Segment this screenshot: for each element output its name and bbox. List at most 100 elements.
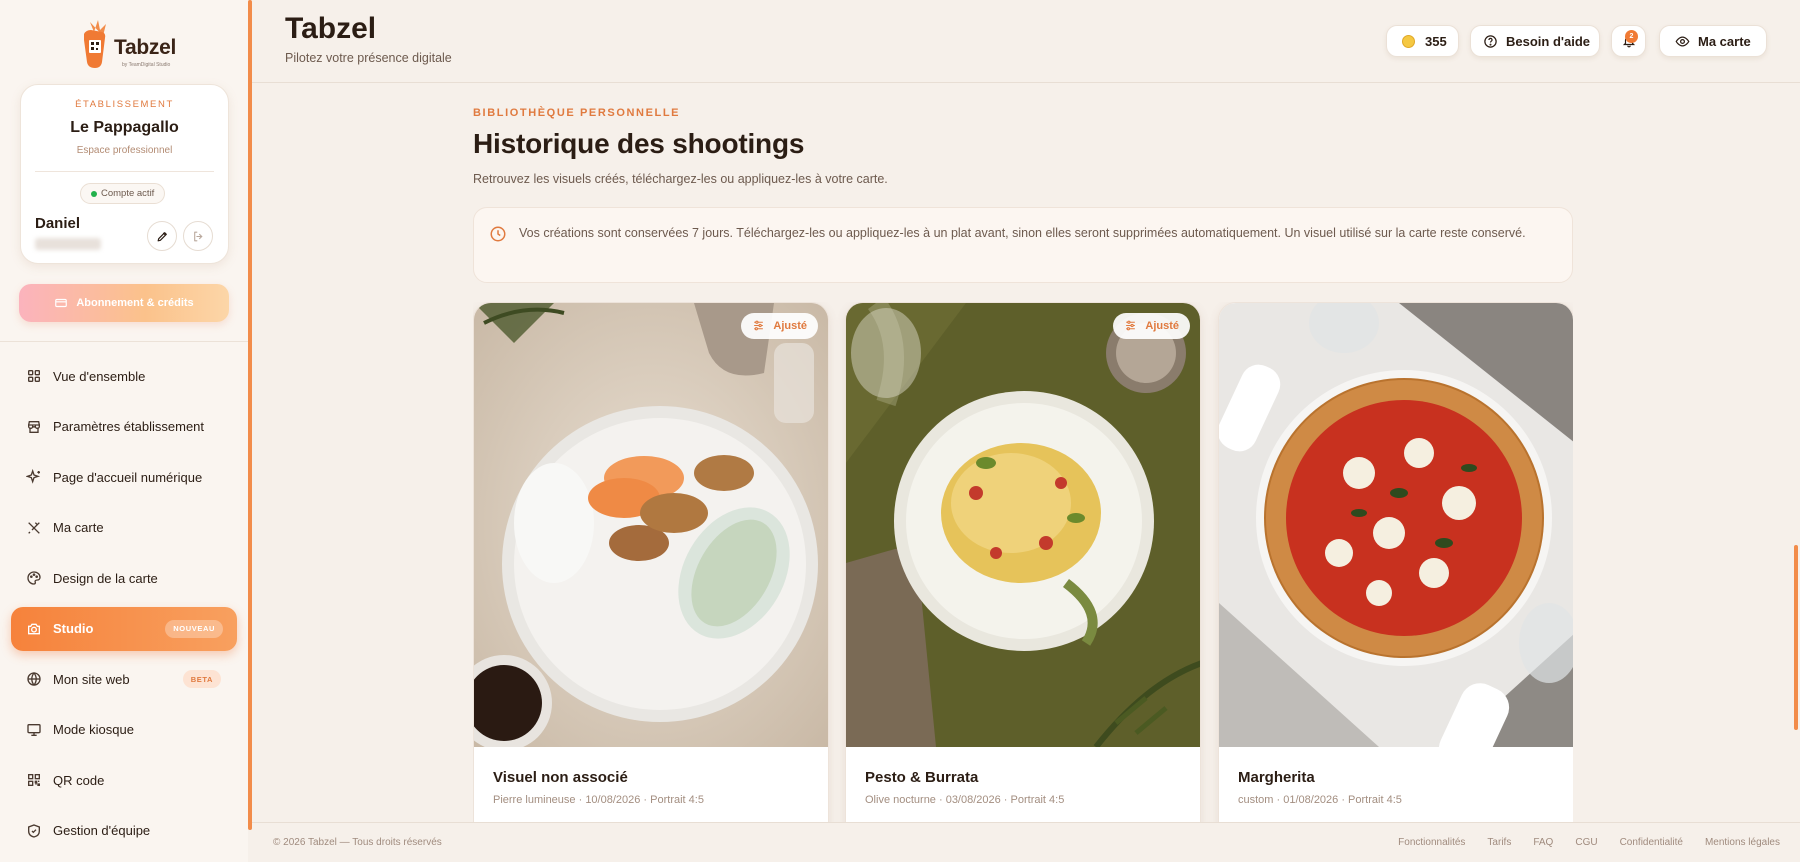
- qr-icon: [26, 772, 42, 788]
- nav-label: QR code: [53, 772, 105, 788]
- nav-item-kiosk-mode[interactable]: Mode kiosque: [11, 708, 237, 752]
- page-title: Historique des shootings: [473, 128, 805, 159]
- nav-item-overview[interactable]: Vue d'ensemble: [11, 354, 237, 398]
- scrollbar-thumb[interactable]: [1794, 545, 1798, 730]
- page-description: Retrouvez les visuels créés, téléchargez…: [473, 172, 888, 186]
- user-name: Daniel: [35, 215, 81, 232]
- store-icon: [26, 419, 42, 435]
- notification-count-badge: 2: [1625, 30, 1638, 43]
- palette-icon: [26, 570, 42, 586]
- footer-link-faq[interactable]: FAQ: [1533, 837, 1553, 848]
- nav-label: Mon site web: [53, 671, 130, 687]
- nav-label: Vue d'ensemble: [53, 368, 146, 384]
- brand-logo-sub: by TeamDigital Studio: [122, 62, 171, 68]
- subscription-label: Abonnement & crédits: [76, 297, 194, 309]
- card-icon: [55, 298, 68, 308]
- establishment-label: ÉTABLISSEMENT: [75, 99, 174, 110]
- footer-link-pricing[interactable]: Tarifs: [1487, 837, 1511, 848]
- logout-icon: [193, 231, 202, 241]
- utensils-icon: [26, 520, 42, 536]
- eye-icon: [1675, 35, 1690, 47]
- shooting-title: Visuel non associé: [493, 769, 628, 786]
- credits-button[interactable]: 355: [1386, 25, 1459, 57]
- shooting-title: Pesto & Burrata: [865, 769, 979, 786]
- shooting-image[interactable]: [1219, 303, 1573, 747]
- shootings-grid: Ajusté Visuel non associé Pierre lumineu…: [473, 302, 1573, 822]
- nav-item-website[interactable]: Mon site web BETA: [11, 657, 237, 701]
- main-nav: Vue d'ensemble Paramètres établissement …: [11, 354, 237, 859]
- nav-label: Ma carte: [53, 520, 104, 535]
- edit-profile-button[interactable]: [147, 221, 177, 251]
- shooting-image[interactable]: Ajusté: [846, 303, 1200, 747]
- sliders-icon: [1126, 320, 1136, 331]
- user-email-blurred: [35, 238, 101, 250]
- camera-icon: [26, 621, 42, 637]
- shooting-title: Margherita: [1238, 769, 1315, 786]
- nav-item-digital-homepage[interactable]: Page d'accueil numérique: [11, 455, 237, 499]
- shooting-meta: Olive nocturne · 03/08/2026 · Portrait 4…: [865, 794, 1065, 806]
- app-tagline: Pilotez votre présence digitale: [285, 51, 452, 65]
- shooting-image[interactable]: Ajusté: [474, 303, 828, 747]
- section-eyebrow: BIBLIOTHÈQUE PERSONNELLE: [473, 107, 681, 119]
- nav-item-qr-code[interactable]: QR code: [11, 758, 237, 802]
- status-badge: Compte actif: [80, 183, 166, 204]
- clock-icon: [490, 226, 506, 242]
- nav-item-establishment-settings[interactable]: Paramètres établissement: [11, 405, 237, 449]
- establishment-space: Espace professionnel: [76, 145, 173, 156]
- credits-count: 355: [1425, 33, 1447, 49]
- shooting-card[interactable]: Ajusté Pesto & Burrata Olive nocturne · …: [845, 302, 1201, 822]
- adjusted-label: Ajusté: [1145, 320, 1179, 332]
- nav-label: Paramètres établissement: [53, 419, 205, 434]
- help-button[interactable]: Besoin d'aide: [1470, 25, 1600, 57]
- nav-item-menu-design[interactable]: Design de la carte: [11, 556, 237, 600]
- notifications-button[interactable]: 2: [1611, 25, 1646, 57]
- nav-item-my-menu[interactable]: Ma carte: [11, 506, 237, 550]
- sidebar: Tabzel by TeamDigital Studio ÉTABLISSEME…: [0, 0, 248, 862]
- footer-link-privacy[interactable]: Confidentialité: [1620, 837, 1683, 848]
- footer-link-terms[interactable]: CGU: [1575, 837, 1597, 848]
- shooting-meta: Pierre lumineuse · 10/08/2026 · Portrait…: [493, 794, 704, 806]
- nav-label: Mode kiosque: [53, 722, 134, 737]
- app-title: Tabzel: [285, 12, 377, 45]
- top-header: Tabzel Pilotez votre présence digitale 3…: [252, 0, 1800, 83]
- pencil-icon: [157, 231, 167, 241]
- status-text: Compte actif: [101, 188, 155, 199]
- shooting-card[interactable]: Ajusté Visuel non associé Pierre lumineu…: [473, 302, 829, 822]
- establishment-card: ÉTABLISSEMENT Le Pappagallo Espace profe…: [20, 84, 229, 264]
- coin-icon: [1402, 34, 1415, 48]
- adjusted-badge: Ajusté: [741, 313, 818, 339]
- copyright: © 2026 Tabzel — Tous droits réservés: [273, 837, 442, 848]
- nav-label: Page d'accueil numérique: [53, 469, 203, 485]
- grid-icon: [26, 368, 42, 384]
- nav-label: Studio: [53, 621, 94, 636]
- footer-link-features[interactable]: Fonctionnalités: [1398, 837, 1465, 848]
- divider: [35, 171, 214, 172]
- nav-label: Design de la carte: [53, 570, 158, 586]
- retention-notice: Vos créations sont conservées 7 jours. T…: [473, 207, 1573, 283]
- help-label: Besoin d'aide: [1506, 33, 1590, 49]
- sliders-icon: [754, 320, 764, 331]
- logo-icon: [78, 18, 112, 70]
- adjusted-badge: Ajusté: [1113, 313, 1190, 339]
- beta-badge: BETA: [182, 670, 221, 688]
- nav-item-team-management[interactable]: Gestion d'équipe: [11, 809, 237, 853]
- divider: [0, 341, 248, 342]
- footer-links: Fonctionnalités Tarifs FAQ CGU Confident…: [1398, 837, 1780, 848]
- shooting-card[interactable]: Margherita custom · 01/08/2026 · Portrai…: [1218, 302, 1573, 822]
- logout-button[interactable]: [183, 221, 213, 251]
- globe-icon: [26, 671, 42, 687]
- footer-link-legal[interactable]: Mentions légales: [1705, 837, 1780, 848]
- subscription-button[interactable]: Abonnement & crédits: [19, 284, 229, 322]
- notice-text: Vos créations sont conservées 7 jours. T…: [519, 226, 1526, 240]
- monitor-icon: [26, 722, 42, 738]
- establishment-name: Le Pappagallo: [70, 119, 179, 136]
- footer: © 2026 Tabzel — Tous droits réservés Fon…: [252, 822, 1800, 862]
- shield-icon: [26, 823, 42, 839]
- brand-logo[interactable]: Tabzel by TeamDigital Studio: [78, 18, 176, 70]
- main-content: BIBLIOTHÈQUE PERSONNELLE Historique des …: [252, 84, 1800, 822]
- nav-item-studio[interactable]: Studio NOUVEAU: [11, 606, 237, 651]
- view-menu-button[interactable]: Ma carte: [1659, 25, 1767, 57]
- brand-name: Tabzel: [114, 36, 176, 59]
- sparkle-icon: [26, 469, 42, 485]
- adjusted-label: Ajusté: [773, 320, 807, 332]
